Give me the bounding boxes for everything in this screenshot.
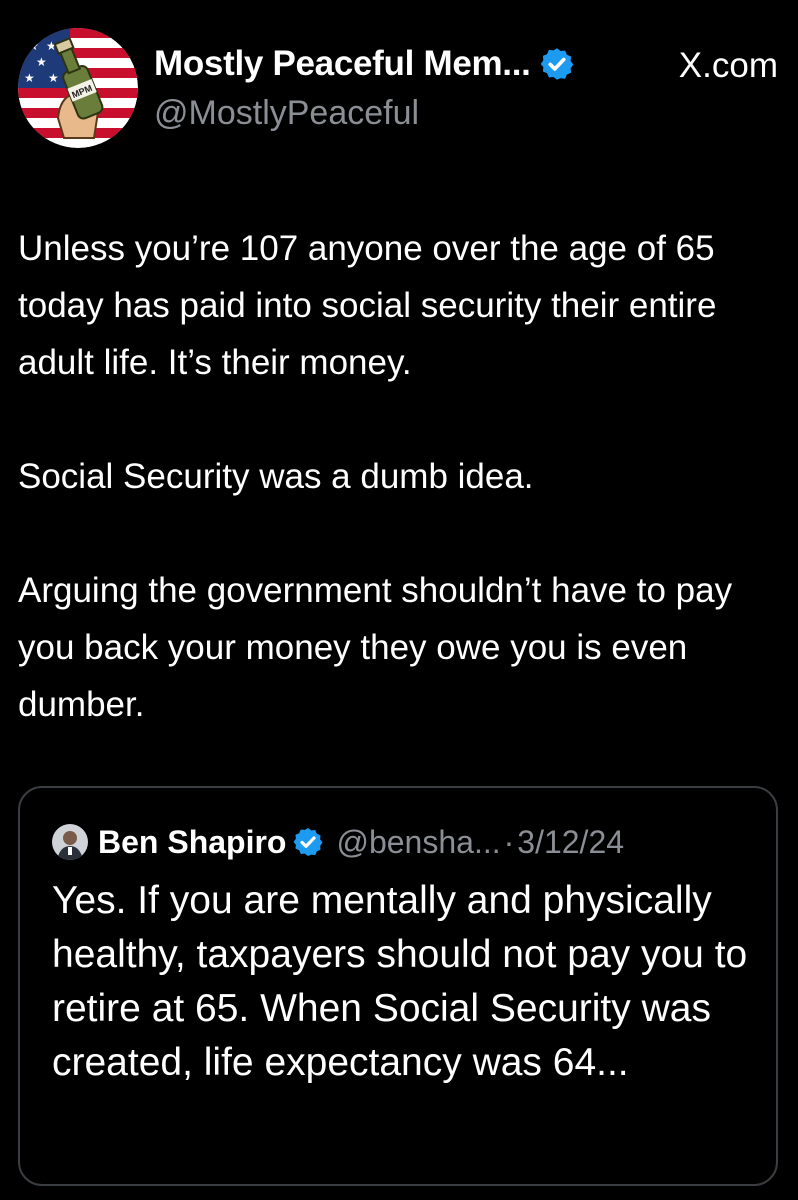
author-name-row: Mostly Peaceful Mem... xyxy=(154,42,575,86)
svg-text:★: ★ xyxy=(48,71,59,85)
author-handle[interactable]: @MostlyPeaceful xyxy=(154,94,419,133)
author-avatar[interactable]: ★ ★ ★ ★ ★ MPM xyxy=(18,28,138,148)
author-display-name[interactable]: Mostly Peaceful Mem... xyxy=(154,44,531,84)
quoted-tweet-header: Ben Shapiro @bensha... · 3/12/24 xyxy=(52,820,624,864)
verified-badge-icon xyxy=(293,828,324,856)
tweet-paragraph: Social Security was a dumb idea. xyxy=(18,457,534,496)
person-avatar-icon xyxy=(52,824,88,860)
svg-text:★: ★ xyxy=(36,55,47,69)
tweet-paragraph: Arguing the government shouldn’t have to… xyxy=(18,571,733,724)
flag-molotov-avatar-icon: ★ ★ ★ ★ ★ MPM xyxy=(18,28,138,148)
svg-text:★: ★ xyxy=(24,71,35,85)
quoted-author-handle[interactable]: @bensha... xyxy=(336,824,500,861)
verified-badge-icon xyxy=(540,48,573,80)
tweet-header: ★ ★ ★ ★ ★ MPM Mostly Peaceful Mem... X.c… xyxy=(18,28,780,150)
quoted-author-avatar[interactable] xyxy=(52,824,88,860)
separator-dot: · xyxy=(503,823,515,860)
source-label: X.com xyxy=(678,46,778,85)
quoted-tweet-date[interactable]: 3/12/24 xyxy=(517,824,624,861)
quoted-tweet-text: Yes. If you are mentally and physically … xyxy=(52,879,748,1084)
tweet-paragraph: Unless you’re 107 anyone over the age of… xyxy=(18,229,717,382)
quoted-tweet-card[interactable]: Ben Shapiro @bensha... · 3/12/24 Yes. If… xyxy=(18,786,778,1186)
tweet-text: Unless you’re 107 anyone over the age of… xyxy=(18,220,788,733)
svg-text:★: ★ xyxy=(28,39,39,53)
quoted-author-name[interactable]: Ben Shapiro xyxy=(98,824,286,861)
